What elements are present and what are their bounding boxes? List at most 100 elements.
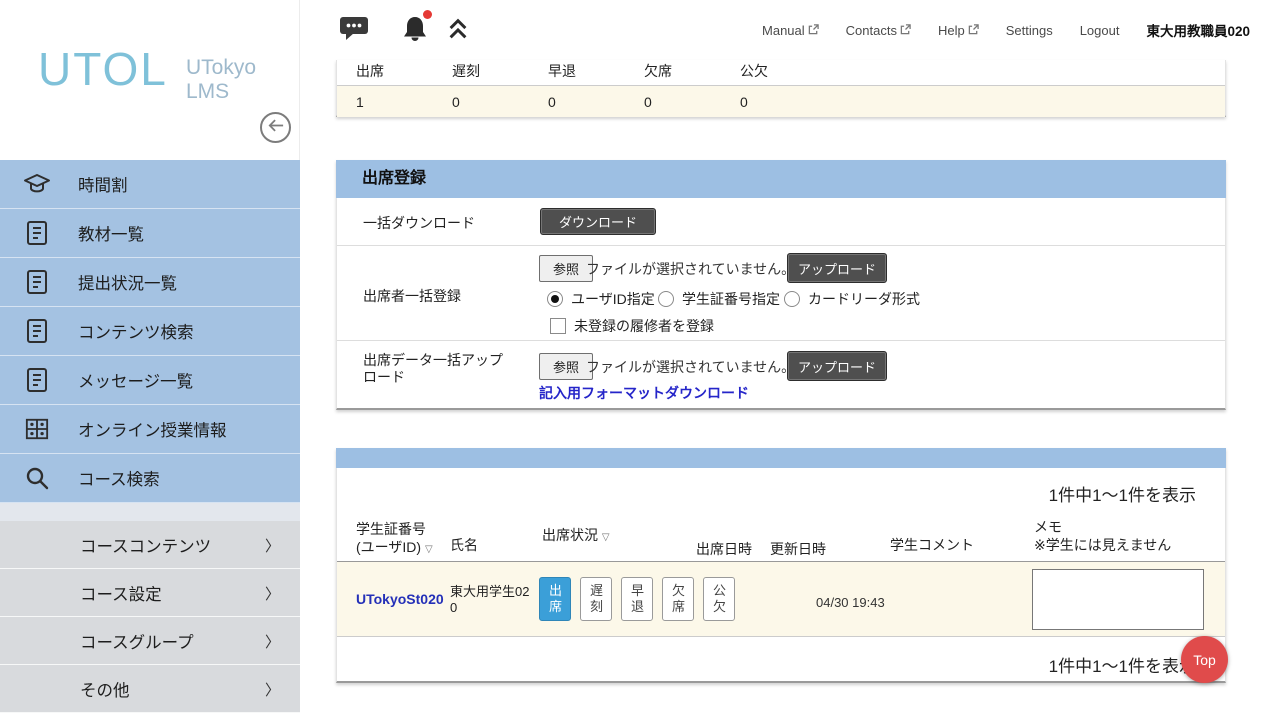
messages-icon xyxy=(20,365,54,395)
column-attendance-time: 出席日時 xyxy=(696,540,752,558)
chat-icon[interactable] xyxy=(338,14,370,47)
sidebar-item-course-group[interactable]: コースグループ 〉 xyxy=(0,617,300,665)
notification-bell-icon[interactable] xyxy=(400,14,430,49)
attendance-summary-table: 出席 遅刻 早退 欠席 公欠 1 0 0 0 0 xyxy=(336,60,1226,117)
radio-unchecked-icon xyxy=(784,291,800,307)
column-updated-time: 更新日時 xyxy=(770,540,826,558)
manual-link[interactable]: Manual xyxy=(762,23,819,38)
status-absent-button[interactable]: 欠席 xyxy=(662,577,694,621)
sort-icon[interactable]: ▽ xyxy=(425,544,433,555)
status-late-button[interactable]: 遅刻 xyxy=(580,577,612,621)
sidebar-item-messages[interactable]: メッセージ一覧 xyxy=(0,356,300,405)
submissions-icon xyxy=(20,267,54,297)
sidebar-item-label: 提出状況一覧 xyxy=(78,270,177,294)
sidebar-item-label: コンテンツ検索 xyxy=(78,319,194,343)
sidebar-item-course-settings[interactable]: コース設定 〉 xyxy=(0,569,300,617)
memo-textarea[interactable] xyxy=(1032,569,1204,630)
summary-value: 0 xyxy=(452,93,460,111)
main-content: 出席 遅刻 早退 欠席 公欠 1 0 0 0 0 出席登録 一括ダウンロード ダ… xyxy=(336,60,1226,720)
course-search-icon xyxy=(20,463,54,493)
sidebar-item-label: メッセージ一覧 xyxy=(78,368,193,392)
summary-header: 出席 xyxy=(356,62,384,80)
student-attendance-panel: 1件中1〜1件を表示 学生証番号 (ユーザID) ▽ 氏名 出席状況 ▽ 出席日… xyxy=(336,448,1226,683)
radio-unchecked-icon xyxy=(658,291,674,307)
column-memo: メモ ※学生には見えません xyxy=(1034,518,1171,554)
sidebar-item-content-search[interactable]: コンテンツ検索 xyxy=(0,307,300,356)
summary-value: 0 xyxy=(740,93,748,111)
sidebar-item-timetable[interactable]: 時間割 xyxy=(0,160,300,209)
column-student-comment: 学生コメント xyxy=(890,536,974,554)
row-label: 出席データ一括アップロード xyxy=(363,352,513,386)
download-button[interactable]: ダウンロード xyxy=(540,208,656,235)
content-search-icon xyxy=(20,316,54,346)
sidebar-item-course-search[interactable]: コース検索 xyxy=(0,454,300,503)
format-download-link[interactable]: 記入用フォーマットダウンロード xyxy=(539,383,749,403)
column-status[interactable]: 出席状況 ▽ xyxy=(542,526,610,547)
summary-value: 1 xyxy=(356,93,364,111)
scroll-to-top-button[interactable]: Top xyxy=(1181,636,1228,683)
chevron-right-icon: 〉 xyxy=(265,679,280,700)
student-id-link[interactable]: UTokyoSt020 xyxy=(356,591,444,607)
status-present-button[interactable]: 出席 xyxy=(539,577,571,621)
chevron-right-icon: 〉 xyxy=(265,631,280,652)
logout-link[interactable]: Logout xyxy=(1080,23,1120,38)
status-excused-button[interactable]: 公欠 xyxy=(703,577,735,621)
summary-header: 早退 xyxy=(548,62,576,80)
no-file-text: ファイルが選択されていません。 xyxy=(586,357,795,377)
attendance-datetime: 04/30 19:43 xyxy=(816,595,885,610)
attendance-register-panel: 出席登録 一括ダウンロード ダウンロード 出席者一括登録 参照 ファイルが選択さ… xyxy=(336,160,1226,410)
notification-badge xyxy=(423,10,432,19)
sidebar-collapse-button[interactable] xyxy=(260,112,291,143)
radio-student-card-number[interactable]: 学生証番号指定 xyxy=(658,289,780,309)
summary-value: 0 xyxy=(548,93,556,111)
panel-title: 出席登録 xyxy=(336,160,1226,198)
utol-logo-subtitle: UTokyo LMS xyxy=(186,56,256,104)
help-link[interactable]: Help xyxy=(938,23,979,38)
sidebar-item-submissions[interactable]: 提出状況一覧 xyxy=(0,258,300,307)
chevron-right-icon: 〉 xyxy=(265,535,280,556)
external-link-icon xyxy=(900,23,911,38)
sidebar-item-course-contents[interactable]: コースコンテンツ 〉 xyxy=(0,521,300,569)
sidebar-item-others[interactable]: その他 〉 xyxy=(0,665,300,713)
sort-icon[interactable]: ▽ xyxy=(602,532,610,543)
sidebar-item-materials[interactable]: 教材一覧 xyxy=(0,209,300,258)
summary-header: 欠席 xyxy=(644,62,672,80)
upload-button[interactable]: アップロード xyxy=(787,351,887,381)
logo-area: UTOL UTokyo LMS xyxy=(0,0,300,160)
back-arrow-icon xyxy=(268,119,284,137)
external-link-icon xyxy=(968,23,979,38)
sidebar-item-label: オンライン授業情報 xyxy=(78,417,227,441)
contacts-link[interactable]: Contacts xyxy=(846,23,911,38)
status-early-leave-button[interactable]: 早退 xyxy=(621,577,653,621)
sidebar-item-online-class[interactable]: オンライン授業情報 xyxy=(0,405,300,454)
register-unenrolled-checkbox[interactable]: 未登録の履修者を登録 xyxy=(550,316,714,336)
online-class-icon xyxy=(20,414,54,444)
browse-button[interactable]: 参照 xyxy=(539,255,593,282)
radio-card-reader[interactable]: カードリーダ形式 xyxy=(784,289,920,309)
browse-button[interactable]: 参照 xyxy=(539,353,593,380)
summary-header: 遅刻 xyxy=(452,62,480,80)
table-row: UTokyoSt020 東大用学生020 出席 遅刻 早退 欠席 公欠 04/3… xyxy=(337,562,1225,637)
data-bulk-upload-row: 出席データ一括アップロード 参照 ファイルが選択されていません。 アップロード … xyxy=(337,340,1225,410)
sidebar-item-label: 時間割 xyxy=(78,172,128,196)
checkbox-icon xyxy=(550,318,566,334)
result-count-top: 1件中1〜1件を表示 xyxy=(337,481,1225,506)
sidebar-item-label: コース検索 xyxy=(78,466,160,490)
radio-user-id[interactable]: ユーザID指定 xyxy=(547,289,655,309)
settings-link[interactable]: Settings xyxy=(1006,23,1053,38)
table-header-row: 学生証番号 (ユーザID) ▽ 氏名 出席状況 ▽ 出席日時 更新日時 学生コメ… xyxy=(337,510,1225,562)
sidebar: UTOL UTokyo LMS 時間割 教材一覧 xyxy=(0,0,300,720)
bulk-download-row: 一括ダウンロード ダウンロード xyxy=(337,198,1225,245)
column-student-id[interactable]: 学生証番号 (ユーザID) ▽ xyxy=(356,520,433,559)
table-toolbar xyxy=(336,448,1226,468)
row-label: 一括ダウンロード xyxy=(363,213,475,233)
topbar-links: Manual Contacts Help Se xyxy=(762,0,1250,60)
attendee-bulk-row: 出席者一括登録 参照 ファイルが選択されていません。 アップロード ユーザID指… xyxy=(337,245,1225,340)
collapse-up-icon[interactable] xyxy=(446,17,470,46)
upload-button[interactable]: アップロード xyxy=(787,253,887,283)
user-name: 東大用教職員020 xyxy=(1146,20,1250,40)
status-button-group: 出席 遅刻 早退 欠席 公欠 xyxy=(539,577,735,621)
column-name: 氏名 xyxy=(450,536,478,554)
external-link-icon xyxy=(808,23,819,38)
materials-icon xyxy=(20,218,54,248)
